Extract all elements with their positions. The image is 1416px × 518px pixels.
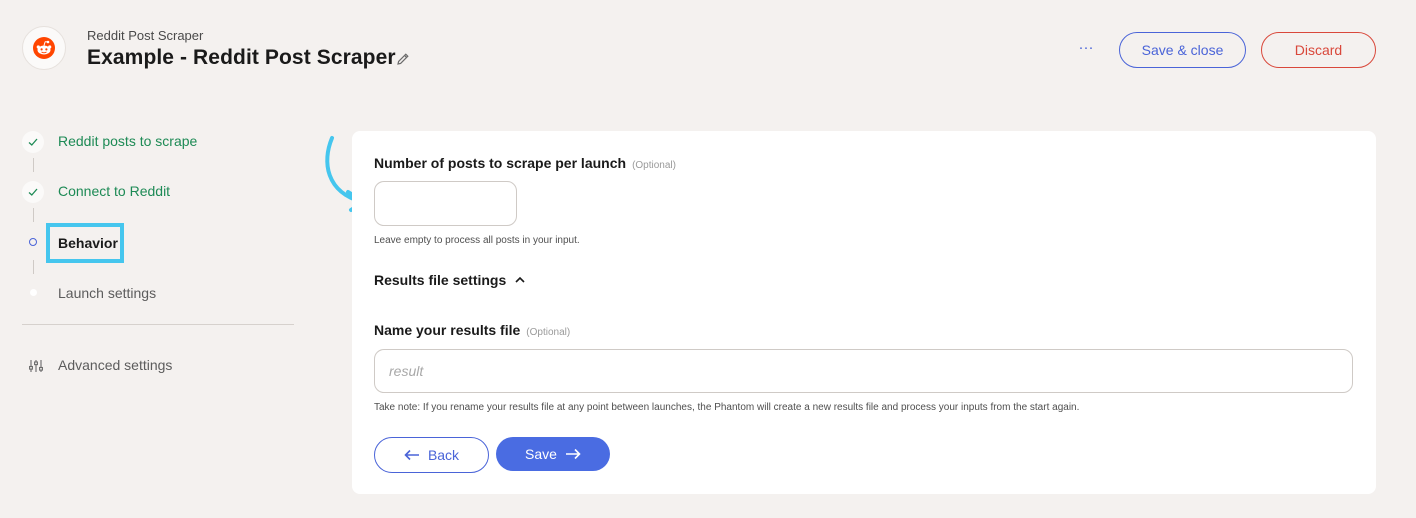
app-subtitle: Reddit Post Scraper	[87, 28, 204, 43]
posts-per-launch-label: Number of posts to scrape per launch (Opt…	[374, 155, 676, 171]
save-close-button[interactable]: Save & close	[1119, 32, 1246, 68]
sliders-icon	[28, 358, 44, 374]
save-button-label: Save	[525, 446, 557, 462]
results-file-input[interactable]	[374, 349, 1353, 393]
arrow-right-icon	[565, 448, 581, 460]
pending-step-dot-icon	[30, 289, 37, 296]
results-file-label-text: Name your results file	[374, 322, 521, 338]
optional-tag: (Optional)	[526, 327, 571, 338]
results-file-settings-toggle[interactable]: Results file settings	[374, 272, 526, 288]
step-reddit-posts[interactable]: Reddit posts to scrape	[58, 133, 197, 149]
posts-per-launch-label-text: Number of posts to scrape per launch	[374, 155, 627, 171]
advanced-settings-link[interactable]: Advanced settings	[58, 357, 172, 373]
discard-button[interactable]: Discard	[1261, 32, 1376, 68]
optional-tag: (Optional)	[632, 160, 676, 171]
more-options-button[interactable]: ···	[1074, 36, 1098, 60]
posts-per-launch-input[interactable]	[374, 181, 517, 226]
save-button[interactable]: Save	[496, 437, 610, 471]
reddit-logo-icon	[33, 37, 55, 59]
chevron-up-icon	[515, 276, 525, 283]
step-connector	[33, 260, 34, 274]
posts-per-launch-hint: Leave empty to process all posts in your…	[374, 235, 580, 246]
back-button-label: Back	[427, 447, 460, 463]
check-icon	[22, 131, 44, 153]
step-connector	[33, 208, 34, 222]
check-icon	[22, 181, 44, 203]
step-launch-settings[interactable]: Launch settings	[58, 285, 156, 301]
back-button[interactable]: Back	[374, 437, 489, 473]
results-file-settings-label: Results file settings	[374, 272, 507, 288]
step-connect-reddit[interactable]: Connect to Reddit	[58, 183, 170, 199]
active-step-dot-icon	[29, 238, 37, 246]
step-behavior[interactable]: Behavior	[58, 235, 118, 251]
page-title: Example - Reddit Post Scraper	[87, 46, 396, 69]
step-connector	[33, 158, 34, 172]
results-file-label: Name your results file (Optional)	[374, 322, 570, 338]
results-file-hint: Take note: If you rename your results fi…	[374, 402, 1080, 413]
pencil-icon[interactable]	[395, 51, 411, 67]
app-logo	[22, 26, 66, 70]
arrow-left-icon	[404, 449, 419, 461]
sidebar-divider	[22, 324, 294, 325]
